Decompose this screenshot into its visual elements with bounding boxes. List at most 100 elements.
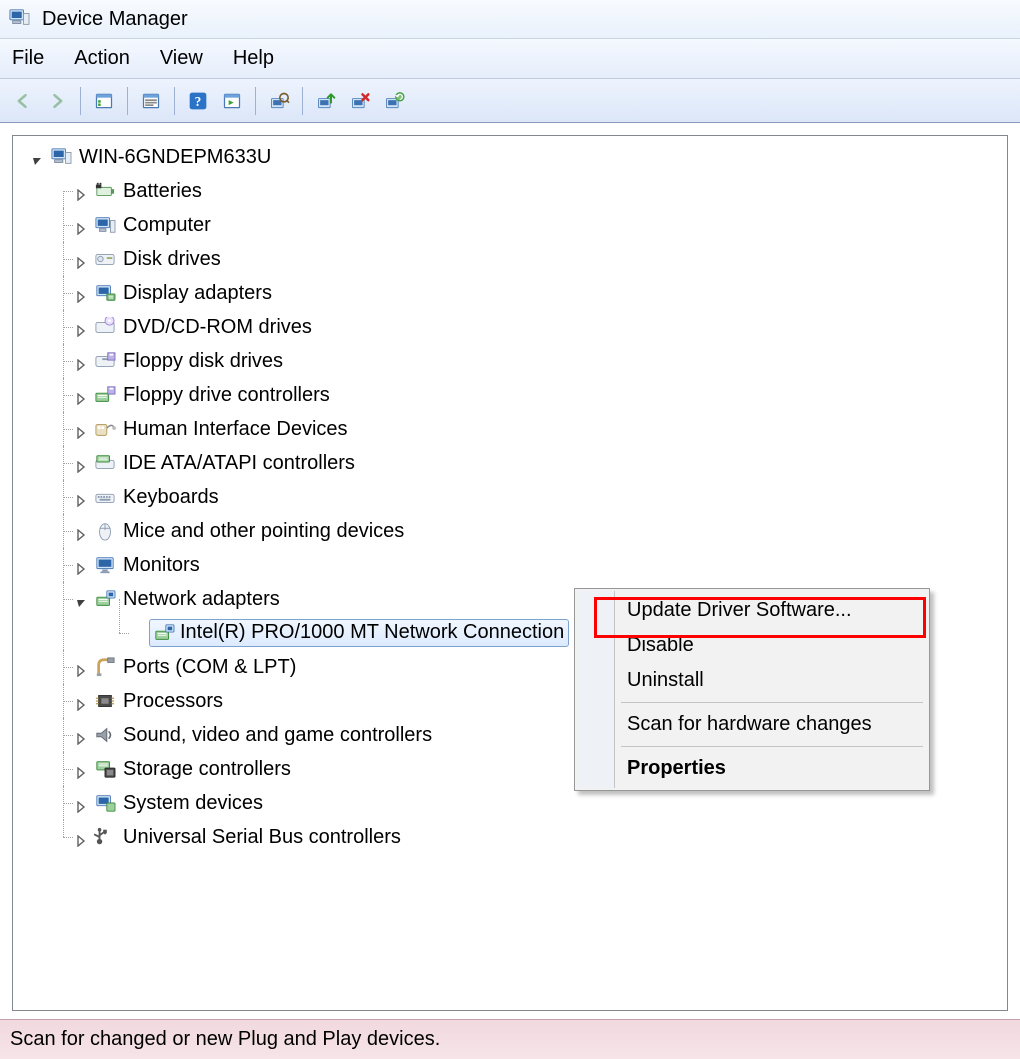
toolbar-update-driver-button[interactable] bbox=[311, 86, 341, 116]
expander-icon[interactable] bbox=[75, 796, 89, 810]
context-menu: Update Driver Software... Disable Uninst… bbox=[574, 588, 930, 791]
update-driver-icon bbox=[315, 91, 337, 111]
expander-icon[interactable] bbox=[75, 456, 89, 470]
tree-item-label: IDE ATA/ATAPI controllers bbox=[123, 452, 355, 475]
context-menu-separator bbox=[621, 746, 923, 747]
toolbar-scan-hardware-button[interactable] bbox=[264, 86, 294, 116]
tree-item-label: Network adapters bbox=[123, 588, 280, 611]
tree-item-label: System devices bbox=[123, 792, 263, 815]
toolbar-properties-button[interactable] bbox=[136, 86, 166, 116]
tree-item[interactable]: Floppy disk drives bbox=[13, 344, 1007, 378]
context-menu-update-driver[interactable]: Update Driver Software... bbox=[577, 593, 927, 628]
toolbar-separator bbox=[174, 87, 175, 115]
toolbar-show-hide-tree-button[interactable] bbox=[89, 86, 119, 116]
tree-item[interactable]: Universal Serial Bus controllers bbox=[13, 820, 1007, 854]
expander-icon[interactable] bbox=[75, 286, 89, 300]
toolbar-disable-device-button[interactable] bbox=[345, 86, 375, 116]
toolbar bbox=[0, 79, 1020, 123]
tree-item[interactable]: Disk drives bbox=[13, 242, 1007, 276]
tree-item-label: Sound, video and game controllers bbox=[123, 724, 432, 747]
tree-item[interactable]: Floppy drive controllers bbox=[13, 378, 1007, 412]
processor-icon bbox=[93, 690, 117, 712]
monitor-icon bbox=[93, 554, 117, 576]
expander-icon[interactable] bbox=[75, 320, 89, 334]
toolbar-separator bbox=[80, 87, 81, 115]
hid-icon bbox=[93, 418, 117, 440]
expander-icon[interactable] bbox=[75, 660, 89, 674]
device-tree-panel: WIN-6GNDEPM633U Batteries Computer Disk dr… bbox=[12, 135, 1008, 1011]
expander-icon[interactable] bbox=[75, 592, 89, 606]
window-title: Device Manager bbox=[42, 8, 188, 31]
device-manager-icon bbox=[8, 8, 32, 30]
tree-item[interactable]: Batteries bbox=[13, 174, 1007, 208]
context-menu-separator bbox=[621, 702, 923, 703]
tree-item-label: Storage controllers bbox=[123, 758, 291, 781]
forward-icon bbox=[46, 91, 68, 111]
tree-item-label: Monitors bbox=[123, 554, 200, 577]
context-menu-properties[interactable]: Properties bbox=[577, 751, 927, 786]
expander-icon[interactable] bbox=[31, 150, 45, 164]
network-adapter-icon bbox=[152, 622, 176, 644]
toolbar-separator bbox=[127, 87, 128, 115]
tree-item-label: Mice and other pointing devices bbox=[123, 520, 404, 543]
tree-item[interactable]: Computer bbox=[13, 208, 1007, 242]
expander-icon[interactable] bbox=[75, 728, 89, 742]
tree-item-label: Ports (COM & LPT) bbox=[123, 656, 296, 679]
display-adapter-icon bbox=[93, 282, 117, 304]
toolbar-uninstall-device-button[interactable] bbox=[379, 86, 409, 116]
tree-item[interactable]: Mice and other pointing devices bbox=[13, 514, 1007, 548]
tree-item-label: Display adapters bbox=[123, 282, 272, 305]
tree-item-label: Floppy drive controllers bbox=[123, 384, 330, 407]
toolbar-help-button[interactable] bbox=[183, 86, 213, 116]
floppy-controller-icon bbox=[93, 384, 117, 406]
menu-bar: File Action View Help bbox=[0, 39, 1020, 79]
tree-item[interactable]: IDE ATA/ATAPI controllers bbox=[13, 446, 1007, 480]
computer-icon bbox=[49, 146, 73, 168]
expander-icon[interactable] bbox=[75, 184, 89, 198]
context-menu-disable[interactable]: Disable bbox=[577, 628, 927, 663]
menu-action[interactable]: Action bbox=[74, 47, 130, 70]
tree-item-label: Processors bbox=[123, 690, 223, 713]
expander-icon[interactable] bbox=[75, 422, 89, 436]
expander-icon[interactable] bbox=[75, 490, 89, 504]
expander-icon[interactable] bbox=[75, 218, 89, 232]
menu-view[interactable]: View bbox=[160, 47, 203, 70]
disk-drive-icon bbox=[93, 248, 117, 270]
toolbar-refresh-button[interactable] bbox=[217, 86, 247, 116]
tree-item[interactable]: Keyboards bbox=[13, 480, 1007, 514]
toolbar-back-button[interactable] bbox=[8, 86, 38, 116]
disable-device-icon bbox=[349, 91, 371, 111]
usb-icon bbox=[93, 826, 117, 848]
status-text: Scan for changed or new Plug and Play de… bbox=[10, 1028, 440, 1051]
expander-icon[interactable] bbox=[75, 694, 89, 708]
floppy-drive-icon bbox=[93, 350, 117, 372]
expander-icon[interactable] bbox=[75, 354, 89, 368]
expander-icon[interactable] bbox=[75, 762, 89, 776]
refresh-icon bbox=[221, 91, 243, 111]
menu-file[interactable]: File bbox=[12, 47, 44, 70]
toolbar-forward-button[interactable] bbox=[42, 86, 72, 116]
tree-root-label: WIN-6GNDEPM633U bbox=[79, 146, 271, 169]
expander-icon[interactable] bbox=[75, 252, 89, 266]
system-device-icon bbox=[93, 792, 117, 814]
tree-item[interactable]: Human Interface Devices bbox=[13, 412, 1007, 446]
context-menu-scan-hardware[interactable]: Scan for hardware changes bbox=[577, 707, 927, 742]
tree-item-label: DVD/CD-ROM drives bbox=[123, 316, 312, 339]
tree-item[interactable]: DVD/CD-ROM drives bbox=[13, 310, 1007, 344]
expander-icon[interactable] bbox=[75, 524, 89, 538]
tree-item-label: Computer bbox=[123, 214, 211, 237]
expander-icon[interactable] bbox=[75, 830, 89, 844]
expander-icon[interactable] bbox=[75, 558, 89, 572]
tree-item[interactable]: Display adapters bbox=[13, 276, 1007, 310]
tree-item[interactable]: System devices bbox=[13, 786, 1007, 820]
toolbar-separator bbox=[302, 87, 303, 115]
sound-icon bbox=[93, 724, 117, 746]
menu-help[interactable]: Help bbox=[233, 47, 274, 70]
properties-icon bbox=[140, 91, 162, 111]
tree-item-label: Human Interface Devices bbox=[123, 418, 348, 441]
optical-drive-icon bbox=[93, 316, 117, 338]
status-bar: Scan for changed or new Plug and Play de… bbox=[0, 1019, 1020, 1059]
expander-icon[interactable] bbox=[75, 388, 89, 402]
context-menu-uninstall[interactable]: Uninstall bbox=[577, 663, 927, 698]
tree-item[interactable]: Monitors bbox=[13, 548, 1007, 582]
